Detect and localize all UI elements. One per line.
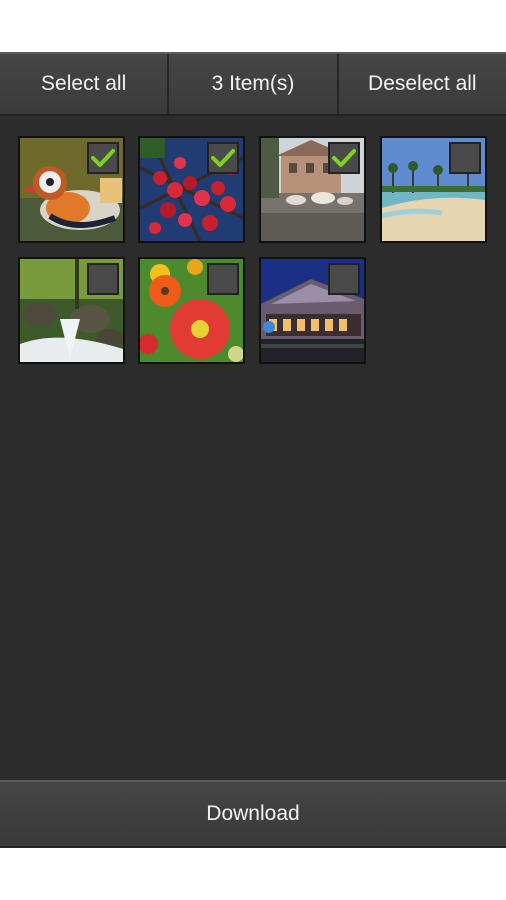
photo-thumbnail[interactable] [259,257,366,364]
deselect-all-button[interactable]: Deselect all [339,54,506,114]
photo-checkbox[interactable] [207,263,239,295]
photo-thumbnail[interactable] [138,257,245,364]
photo-thumbnail[interactable] [380,136,487,243]
photo-thumbnail[interactable] [18,257,125,364]
photo-checkbox[interactable] [87,263,119,295]
checkmark-icon [332,149,356,167]
item-count-label: 3 Item(s) [169,54,339,114]
photo-thumbnail[interactable] [259,136,366,243]
checkmark-icon [91,149,115,167]
selection-toolbar: Select all 3 Item(s) Deselect all [0,52,506,116]
photo-checkbox[interactable] [207,142,239,174]
download-button[interactable]: Download [0,780,506,848]
download-label: Download [206,802,300,825]
photo-thumbnail[interactable] [18,136,125,243]
photo-checkbox[interactable] [87,142,119,174]
select-all-button[interactable]: Select all [0,54,170,114]
photo-checkbox[interactable] [328,263,360,295]
photo-grid [0,116,506,780]
photo-thumbnail[interactable] [138,136,245,243]
checkmark-icon [211,149,235,167]
photo-checkbox[interactable] [449,142,481,174]
photo-checkbox[interactable] [328,142,360,174]
